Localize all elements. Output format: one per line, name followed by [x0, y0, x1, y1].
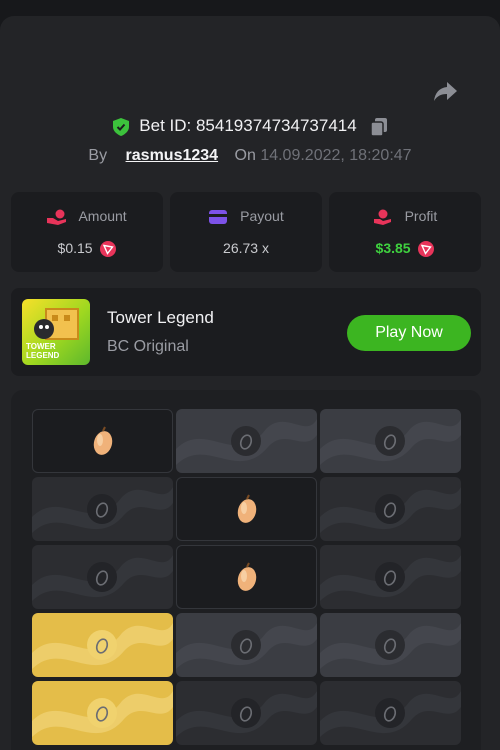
mango-icon — [93, 426, 113, 455]
tower-tile-r3-c1[interactable] — [32, 545, 173, 609]
tower-tile-r4-c1[interactable] — [32, 613, 173, 677]
trx-coin-icon — [100, 241, 117, 258]
hidden-tile-icon — [231, 426, 261, 456]
tower-legend-art: TOWER LEGEND — [26, 308, 79, 360]
verified-shield-icon — [112, 117, 129, 136]
hidden-tile-icon — [231, 698, 261, 728]
on-label: On — [234, 147, 256, 164]
bet-id: Bet ID: 85419374734737414 — [139, 116, 357, 135]
wallet-icon — [209, 210, 228, 225]
bet-datetime: 14.09.2022, 18:20:47 — [260, 147, 412, 164]
payout-value: 26.73 x — [223, 240, 269, 256]
money-hand-icon — [47, 209, 67, 226]
game-title: Tower Legend — [107, 308, 214, 327]
profit-icon — [373, 209, 391, 226]
amount-label: Amount — [78, 208, 127, 224]
trx-coin-icon — [418, 241, 435, 258]
profit-value: $3.85 — [375, 240, 411, 256]
tower-tile-r3-c3[interactable] — [320, 545, 461, 609]
amount-card: Amount $0.15 — [11, 192, 163, 272]
tower-tile-r1-c1[interactable] — [32, 409, 173, 473]
tower-tile-r5-c2[interactable] — [176, 681, 317, 745]
hidden-tile-icon — [87, 698, 117, 728]
share-icon[interactable] — [433, 80, 459, 104]
hidden-tile-icon — [375, 698, 405, 728]
tower-tile-r1-c3[interactable] — [320, 409, 461, 473]
copy-icon[interactable] — [371, 117, 388, 136]
mango-icon — [237, 562, 257, 591]
tower-board — [11, 390, 481, 750]
thumb-text-legend: LEGEND — [26, 351, 60, 360]
hidden-tile-icon — [87, 562, 117, 592]
payout-label: Payout — [240, 208, 284, 224]
bet-id-row: Bet ID: 85419374734737414 — [0, 116, 500, 136]
by-label: By — [88, 147, 108, 164]
profit-card: Profit $3.85 — [329, 192, 481, 272]
amount-value: $0.15 — [57, 240, 93, 256]
thumb-text-tower: TOWER — [26, 342, 56, 351]
game-subtitle: BC Original — [107, 338, 189, 355]
tower-tile-r2-c2[interactable] — [176, 477, 317, 541]
username-link[interactable]: rasmus1234 — [126, 147, 219, 164]
tower-tile-r2-c1[interactable] — [32, 477, 173, 541]
hidden-tile-icon — [87, 630, 117, 660]
profit-label: Profit — [404, 208, 438, 224]
tower-tile-r5-c1[interactable] — [32, 681, 173, 745]
tower-legend-thumbnail[interactable]: TOWER LEGEND — [22, 299, 90, 365]
tower-tile-r2-c3[interactable] — [320, 477, 461, 541]
tower-tile-r4-c3[interactable] — [320, 613, 461, 677]
tower-tile-r5-c3[interactable] — [320, 681, 461, 745]
hidden-tile-icon — [87, 494, 117, 524]
hidden-tile-icon — [231, 630, 261, 660]
tower-grid — [32, 409, 462, 745]
tower-tile-r1-c2[interactable] — [176, 409, 317, 473]
game-card: TOWER LEGEND Tower Legend BC Original Pl… — [11, 288, 481, 376]
bet-meta-row: By rasmus1234 On 14.09.2022, 18:20:47 — [0, 146, 500, 166]
hidden-tile-icon — [375, 426, 405, 456]
tower-tile-r3-c2[interactable] — [176, 545, 317, 609]
hidden-tile-icon — [375, 494, 405, 524]
hidden-tile-icon — [375, 630, 405, 660]
hidden-tile-icon — [375, 562, 405, 592]
payout-card: Payout 26.73 x — [170, 192, 322, 272]
tower-tile-r4-c2[interactable] — [176, 613, 317, 677]
mango-icon — [237, 494, 257, 523]
play-now-button[interactable]: Play Now — [347, 315, 471, 351]
